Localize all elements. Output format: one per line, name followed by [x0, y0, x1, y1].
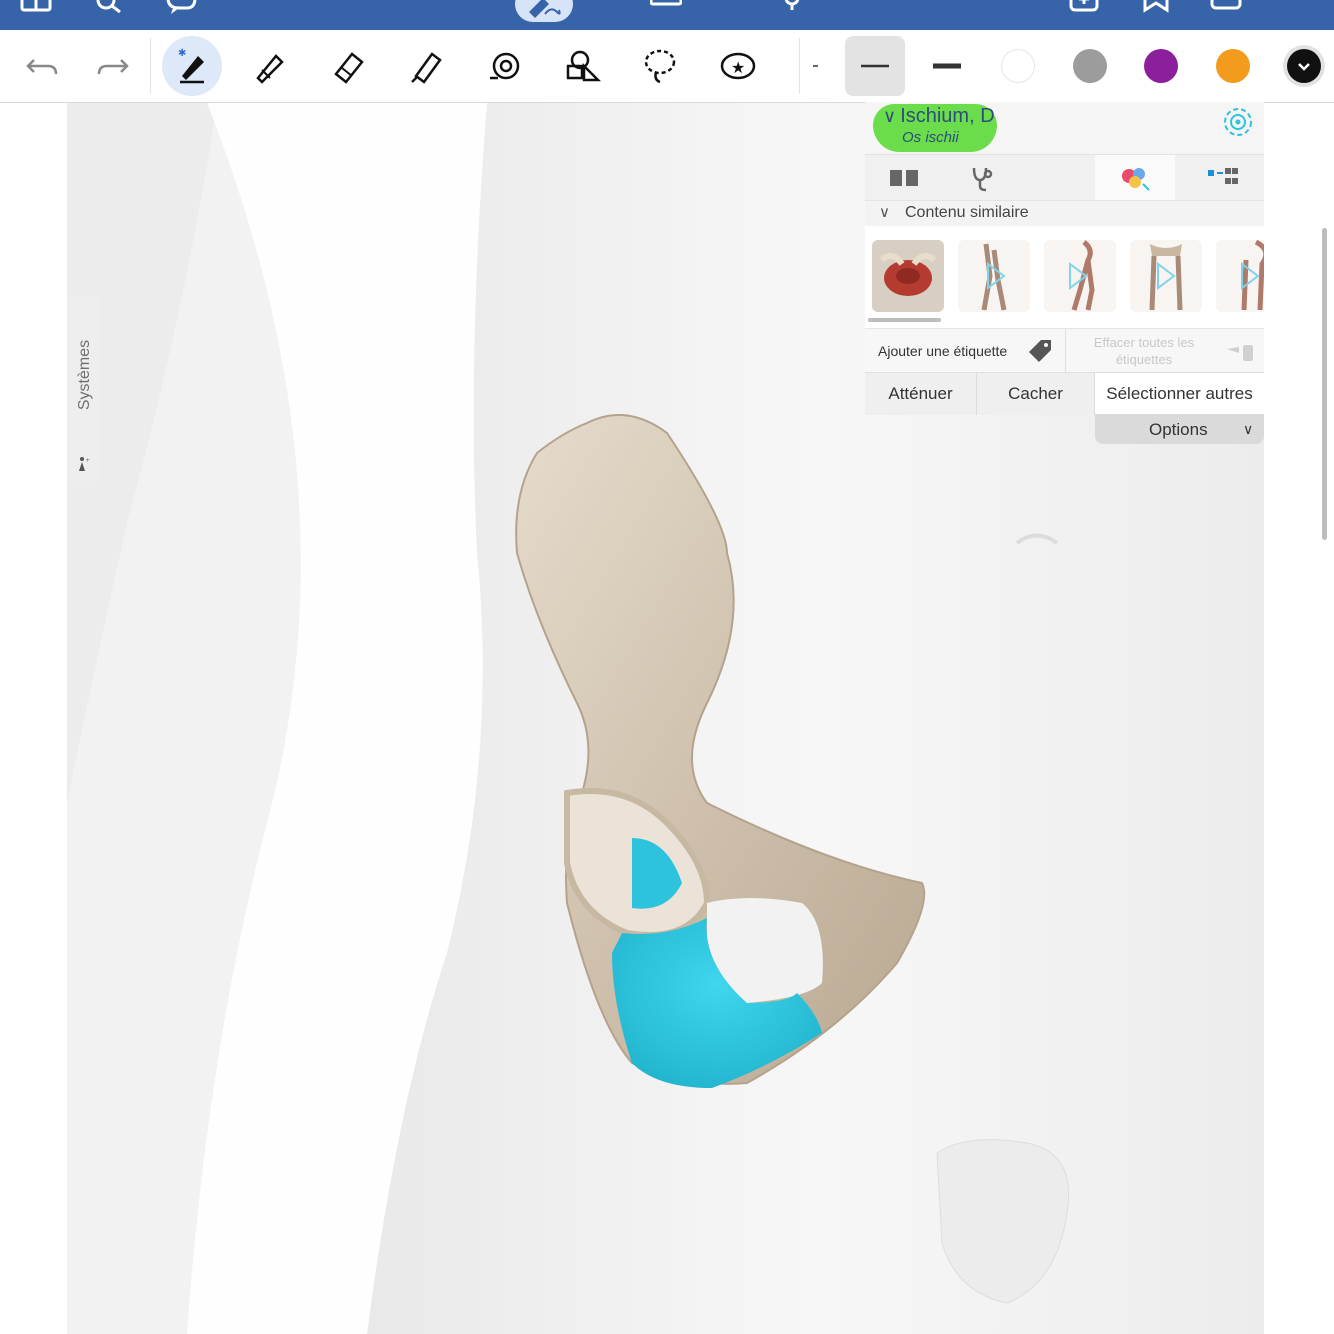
body-figure-icon: + [79, 457, 90, 471]
pen-tool-icon[interactable]: ✱ [162, 36, 222, 96]
shapes-tool-icon[interactable] [552, 36, 612, 96]
svg-text:★: ★ [731, 58, 745, 77]
structure-title-text: Ischium, D [900, 105, 995, 127]
pen-badge-icon[interactable] [515, 0, 573, 22]
systems-tab[interactable]: Systèmes + [68, 296, 100, 481]
clear-labels-button[interactable]: Effacer toutes les étiquettes [1079, 334, 1209, 368]
structure-info-panel: ∨ Ischium, D Os ischii ∨ Contenu similair… [865, 102, 1264, 444]
hide-button[interactable]: Cacher [977, 373, 1095, 415]
hip-video-thumb[interactable] [1044, 240, 1116, 312]
bookmark-icon[interactable] [1140, 0, 1172, 16]
options-dropdown[interactable]: Options ∨ [1095, 414, 1264, 444]
sidebar-icon[interactable] [20, 0, 52, 16]
chevron-down-icon: ∨ [883, 106, 897, 126]
leg-video-thumb-2[interactable] [1216, 240, 1264, 312]
chevron-down-icon [1298, 63, 1310, 71]
search-icon[interactable] [92, 0, 124, 16]
label-row-divider [1065, 329, 1066, 373]
svg-text:✱: ✱ [178, 48, 186, 59]
select-others-button[interactable]: Sélectionner autres [1095, 373, 1264, 415]
toolbar-divider-2 [799, 38, 800, 94]
spiral-tool-icon[interactable] [474, 36, 534, 96]
tag-icon[interactable] [1025, 338, 1055, 364]
sticker-tool-icon[interactable]: ★ [708, 36, 768, 96]
panel-tabs [865, 154, 1264, 201]
panel-header: ∨ Ischium, D Os ischii [865, 102, 1264, 154]
hierarchy-icon [1208, 168, 1238, 184]
carousel-scroll-indicator [868, 318, 941, 322]
tab-hierarchy[interactable] [1193, 155, 1253, 201]
drawing-toolbar: ✱ ★ [0, 30, 1334, 103]
pencil-tool-icon[interactable] [240, 36, 300, 96]
structure-latin-name: Os ischii [902, 129, 959, 146]
tab-definition[interactable] [874, 155, 934, 201]
tab-related-structures[interactable] [1095, 155, 1175, 201]
color-swatch-purple[interactable] [1144, 49, 1178, 83]
options-label: Options [1149, 420, 1208, 439]
stroke-thin[interactable] [806, 36, 826, 96]
chevron-down-icon: ∨ [1243, 421, 1254, 437]
color-swatch-orange[interactable] [1216, 49, 1250, 83]
locate-target-icon[interactable] [1221, 105, 1255, 139]
book-icon [890, 170, 918, 186]
system-top-bar [0, 0, 1334, 30]
similar-content-label: Contenu similaire [905, 204, 1029, 221]
presenter-icon[interactable] [778, 0, 810, 16]
lasso-tool-icon[interactable] [630, 36, 690, 96]
pelvis-legs-video-thumb[interactable] [1130, 240, 1202, 312]
similar-content-carousel[interactable] [865, 226, 1264, 328]
color-swatch-gray[interactable] [1073, 49, 1107, 83]
color-swatch-black[interactable] [1287, 49, 1321, 83]
keyboard-icon[interactable] [649, 0, 683, 16]
stethoscope-icon [972, 167, 993, 192]
stroke-medium[interactable] [845, 36, 905, 96]
redo-icon[interactable] [83, 36, 143, 96]
comment-icon[interactable] [165, 0, 197, 16]
add-page-icon[interactable] [1068, 0, 1100, 16]
muscles-icon [1122, 168, 1150, 191]
visibility-buttons-row: Atténuer Cacher Sélectionner autres [865, 372, 1264, 415]
undo-icon[interactable] [12, 36, 72, 96]
vertical-scrollbar[interactable] [1322, 228, 1327, 540]
highlighter-tool-icon[interactable] [396, 36, 456, 96]
toolbar-divider [150, 38, 151, 94]
pelvis-muscles-thumb[interactable] [872, 240, 944, 312]
eraser-tool-icon[interactable] [318, 36, 378, 96]
svg-text:+: + [86, 458, 90, 464]
stroke-thick[interactable] [917, 36, 977, 96]
label-actions-row: Ajouter une étiquette Effacer toutes les… [865, 328, 1264, 373]
similar-content-header[interactable]: ∨ Contenu similaire [865, 200, 1264, 227]
color-swatch-white[interactable] [1001, 49, 1035, 83]
spray-eraser-icon[interactable] [1223, 337, 1259, 365]
add-label-button[interactable]: Ajouter une étiquette [878, 343, 1007, 359]
fade-button[interactable]: Atténuer [865, 373, 977, 415]
structure-title[interactable]: ∨ Ischium, D [883, 105, 995, 128]
systems-tab-label: Systèmes [76, 339, 93, 411]
leg-video-thumb[interactable] [958, 240, 1030, 312]
chevron-down-icon: ∨ [879, 204, 890, 221]
more-pages-icon[interactable] [1210, 0, 1242, 16]
tab-clinical[interactable] [950, 155, 1010, 201]
